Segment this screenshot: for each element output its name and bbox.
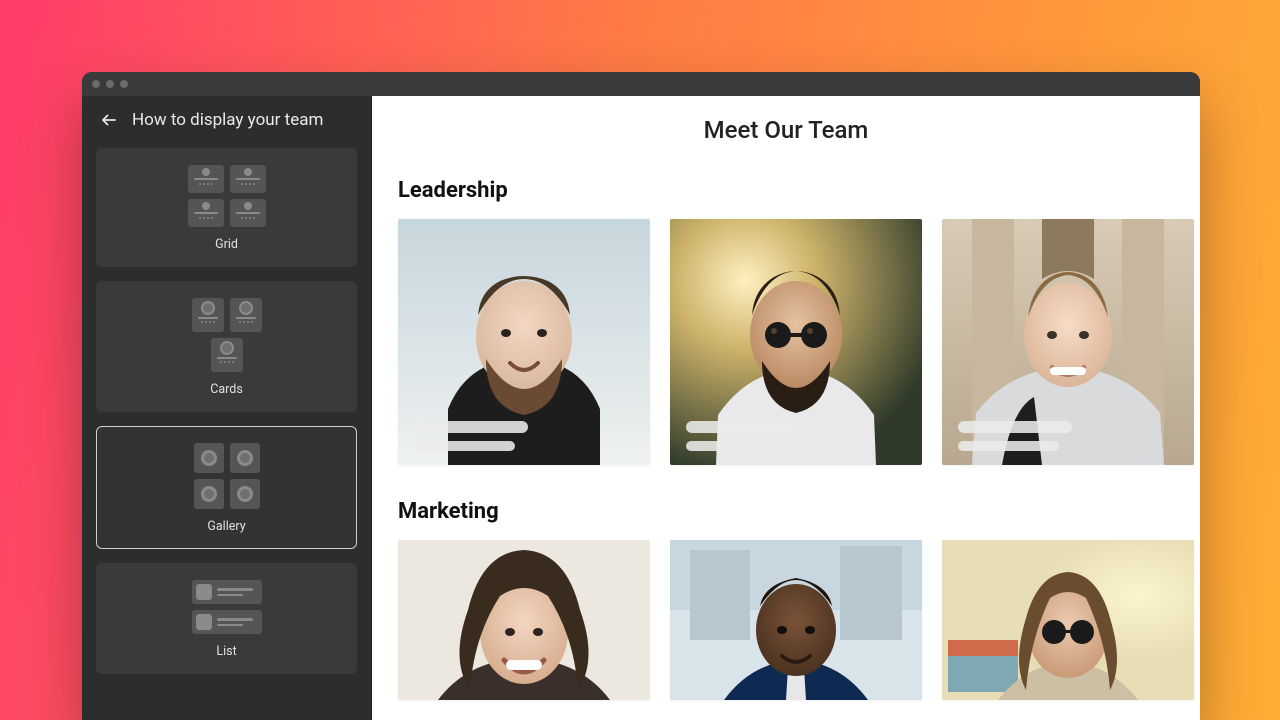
- layout-option-grid[interactable]: Grid: [96, 148, 357, 267]
- page-title: Meet Our Team: [398, 116, 1174, 144]
- window-body: How to display your team: [82, 96, 1200, 720]
- section-title-marketing: Marketing: [398, 499, 1174, 524]
- caption-placeholder: [958, 421, 1178, 451]
- grid-thumbnail-icon: [188, 165, 266, 227]
- app-window: How to display your team: [82, 72, 1200, 720]
- preview-pane: Meet Our Team Leadership: [372, 96, 1200, 720]
- layout-options-list: Grid Cards: [82, 148, 371, 720]
- caption-placeholder: [686, 421, 906, 451]
- layout-option-list[interactable]: List: [96, 563, 357, 674]
- team-member-photo[interactable]: [398, 219, 650, 465]
- team-member-photo[interactable]: [670, 219, 922, 465]
- layout-option-label: Gallery: [207, 519, 245, 534]
- sidebar: How to display your team: [82, 96, 372, 720]
- cards-thumbnail-icon: [192, 298, 262, 372]
- layout-option-label: Grid: [215, 237, 238, 252]
- window-titlebar: [82, 72, 1200, 96]
- list-thumbnail-icon: [192, 580, 262, 634]
- window-control-dot: [92, 80, 100, 88]
- window-control-dot: [106, 80, 114, 88]
- gallery-row-leadership: [398, 219, 1174, 465]
- team-member-photo[interactable]: [398, 540, 650, 700]
- back-arrow-icon[interactable]: [100, 111, 118, 129]
- sidebar-title: How to display your team: [132, 110, 323, 130]
- layout-option-cards[interactable]: Cards: [96, 281, 357, 412]
- gallery-row-marketing: [398, 540, 1174, 700]
- window-control-dot: [120, 80, 128, 88]
- layout-option-label: List: [216, 644, 236, 659]
- gradient-background: How to display your team: [0, 0, 1280, 720]
- gallery-thumbnail-icon: [194, 443, 260, 509]
- layout-option-gallery[interactable]: Gallery: [96, 426, 357, 549]
- team-member-photo[interactable]: [942, 219, 1194, 465]
- team-member-photo[interactable]: [942, 540, 1194, 700]
- sidebar-header: How to display your team: [82, 96, 371, 148]
- caption-placeholder: [414, 421, 634, 451]
- section-title-leadership: Leadership: [398, 178, 1174, 203]
- team-member-photo[interactable]: [670, 540, 922, 700]
- layout-option-label: Cards: [210, 382, 243, 397]
